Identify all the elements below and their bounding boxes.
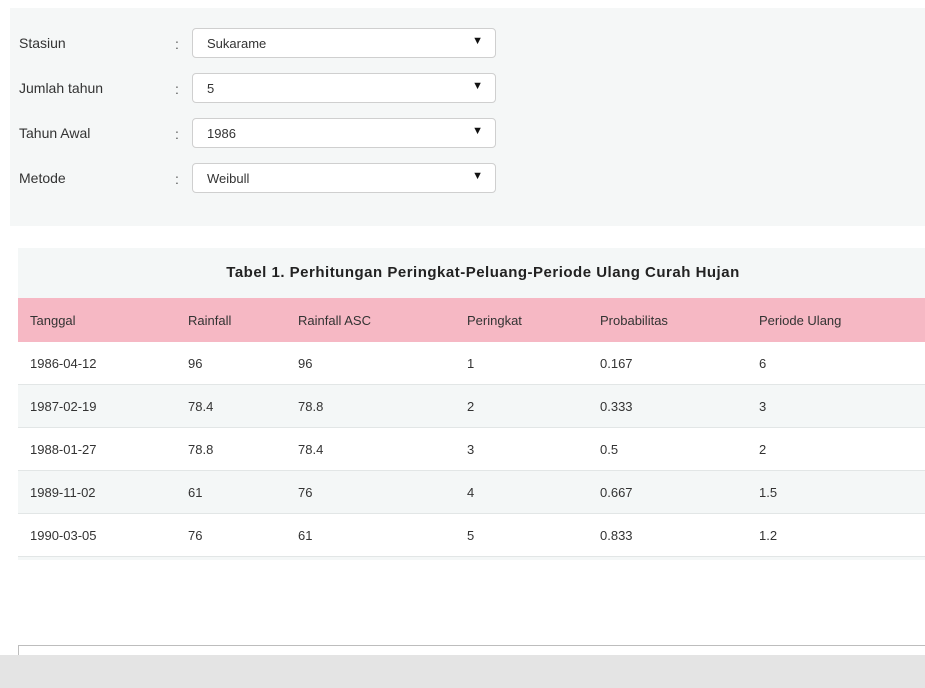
tahun-awal-value: 1986 [207,126,236,141]
field-jumlah-tahun: Jumlah tahun : 5 ▼ [10,73,610,105]
cell-probabilitas: 0.833 [600,528,633,543]
column-header-rainfall: Rainfall [188,313,232,328]
stasiun-value: Sukarame [207,36,267,51]
column-header-rainfall-asc: Rainfall ASC [298,313,371,328]
filter-form: Stasiun : Sukarame ▼ Jumlah tahun : 5 ▼ … [10,8,925,226]
stasiun-select[interactable]: Sukarame ▼ [192,28,496,58]
cell-rainfall-asc: 78.4 [298,442,324,457]
results-table-section: Tabel 1. Perhitungan Peringkat-Peluang-P… [18,248,925,560]
stasiun-label: Stasiun [19,35,66,51]
table-body: 1986-04-12 96 96 1 0.167 6 1987-02-19 78… [18,342,925,557]
cell-peringkat: 1 [467,356,475,371]
cell-probabilitas: 0.167 [600,356,633,371]
jumlah-tahun-value: 5 [207,81,215,96]
cell-probabilitas: 0.333 [600,399,633,414]
cell-tanggal: 1986-04-12 [30,356,97,371]
cell-rainfall: 76 [188,528,203,543]
cell-probabilitas: 0.5 [600,442,619,457]
cell-periode-ulang: 1.5 [759,485,778,500]
cell-tanggal: 1990-03-05 [30,528,97,543]
table-row: 1987-02-19 78.4 78.8 2 0.333 3 [18,385,925,428]
field-metode: Metode : Weibull ▼ [10,163,610,195]
metode-value: Weibull [207,171,250,186]
table-row: 1990-03-05 76 61 5 0.833 1.2 [18,514,925,557]
dropdown-caret-icon: ▼ [472,35,483,47]
cell-periode-ulang: 6 [759,356,767,371]
table-row: 1988-01-27 78.8 78.4 3 0.5 2 [18,428,925,471]
field-tahun-awal: Tahun Awal : 1986 ▼ [10,118,610,150]
separator-colon: : [175,126,179,142]
tahun-awal-label: Tahun Awal [19,125,91,141]
column-header-periode-ulang: Periode Ulang [759,313,842,328]
table-header-row: Tanggal Rainfall Rainfall ASC Peringkat … [18,298,925,342]
column-header-tanggal: Tanggal [30,313,76,328]
cell-rainfall-asc: 76 [298,485,313,500]
cell-peringkat: 3 [467,442,475,457]
cell-rainfall: 78.8 [188,442,214,457]
cell-rainfall: 61 [188,485,203,500]
cell-rainfall-asc: 61 [298,528,313,543]
separator-colon: : [175,81,179,97]
cell-rainfall-asc: 78.8 [298,399,324,414]
cell-tanggal: 1987-02-19 [30,399,97,414]
column-header-probabilitas: Probabilitas [600,313,668,328]
cell-probabilitas: 0.667 [600,485,633,500]
cell-peringkat: 2 [467,399,475,414]
cell-rainfall-asc: 96 [298,356,313,371]
dropdown-caret-icon: ▼ [472,170,483,182]
column-header-peringkat: Peringkat [467,313,522,328]
jumlah-tahun-select[interactable]: 5 ▼ [192,73,496,103]
separator-colon: : [175,36,179,52]
table-row: 1989-11-02 61 76 4 0.667 1.5 [18,471,925,514]
table-row: 1986-04-12 96 96 1 0.167 6 [18,342,925,385]
metode-select[interactable]: Weibull ▼ [192,163,496,193]
jumlah-tahun-label: Jumlah tahun [19,80,104,96]
cell-periode-ulang: 3 [759,399,767,414]
metode-label: Metode [19,170,66,186]
cell-tanggal: 1988-01-27 [30,442,97,457]
tahun-awal-select[interactable]: 1986 ▼ [192,118,496,148]
dropdown-caret-icon: ▼ [472,80,483,92]
cell-peringkat: 4 [467,485,475,500]
cell-periode-ulang: 1.2 [759,528,778,543]
cell-rainfall: 96 [188,356,203,371]
cell-peringkat: 5 [467,528,475,543]
cell-tanggal: 1989-11-02 [30,485,96,500]
cell-periode-ulang: 2 [759,442,767,457]
dropdown-caret-icon: ▼ [472,125,483,137]
field-stasiun: Stasiun : Sukarame ▼ [10,28,610,60]
table-title: Tabel 1. Perhitungan Peringkat-Peluang-P… [226,264,740,281]
separator-colon: : [175,171,179,187]
cell-rainfall: 78.4 [188,399,214,414]
bottom-status-bar [0,655,925,688]
